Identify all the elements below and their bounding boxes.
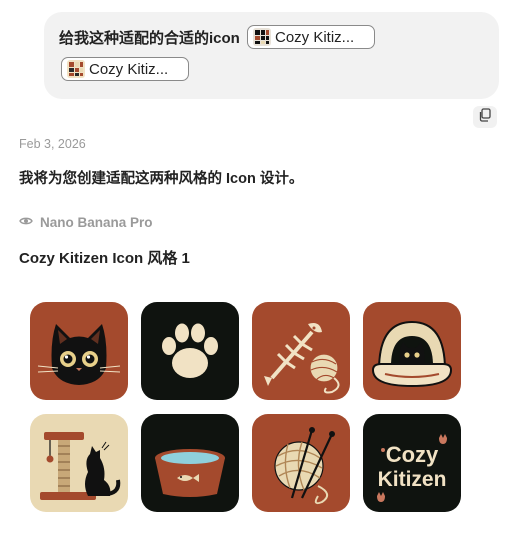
cat-face-icon — [30, 302, 128, 400]
logo-text-icon: Cozy Kitizen — [363, 414, 461, 512]
response-date: Feb 3, 2026 — [19, 137, 86, 151]
attachment-chip-2[interactable]: Cozy Kitiz... — [61, 57, 189, 81]
copy-button[interactable] — [473, 106, 497, 128]
cat-bed-icon — [363, 302, 461, 400]
user-message-bubble: 给我这种适配的合适的icon Cozy Kitiz... Cozy Kitiz.… — [44, 12, 499, 99]
logo-text-line-2: Kitizen — [378, 468, 447, 491]
attachment-label-2: Cozy Kitiz... — [89, 60, 169, 78]
attachment-label-1: Cozy Kitiz... — [275, 28, 355, 46]
scratching-post-icon — [30, 414, 128, 512]
model-name: Nano Banana Pro — [40, 215, 153, 230]
food-bowl-icon — [141, 414, 239, 512]
dark-cat-image-thumbnail-icon — [253, 28, 271, 46]
user-message-text: 给我这种适配的合适的icon — [59, 30, 240, 47]
generated-icon-sheet-image[interactable]: Cozy Kitizen — [18, 283, 472, 544]
fish-bone-yarn-icon — [252, 302, 350, 400]
paw-print-icon — [141, 302, 239, 400]
response-intro-text: 我将为您创建适配这两种风格的 Icon 设计。 — [19, 171, 304, 187]
warm-cat-image-thumbnail-icon — [67, 60, 85, 78]
attachment-chip-1[interactable]: Cozy Kitiz... — [247, 25, 375, 49]
model-attribution: Nano Banana Pro — [19, 214, 153, 231]
logo-text-line-1: Cozy — [386, 442, 439, 467]
section-heading: Cozy Kitizen Icon 风格 1 — [19, 250, 190, 267]
eye-icon — [19, 214, 40, 231]
yarn-needles-icon — [252, 414, 350, 512]
copy-icon — [478, 107, 492, 127]
